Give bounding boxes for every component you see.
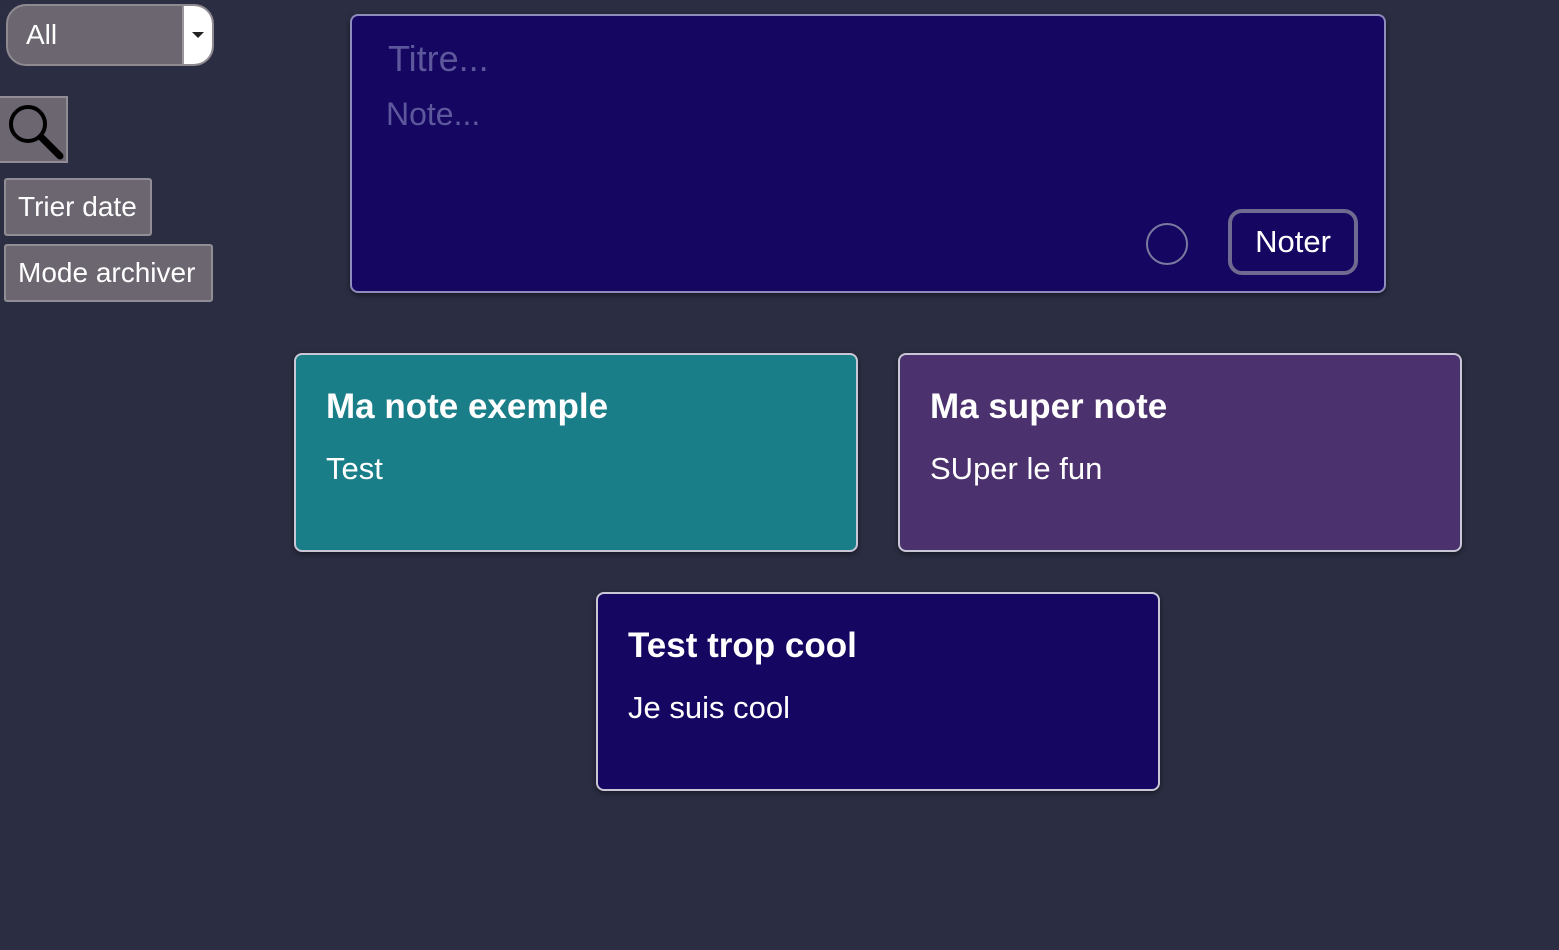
note-card-title: Ma note exemple [326, 387, 609, 426]
search-button[interactable] [0, 96, 68, 163]
archive-mode-button[interactable]: Mode archiver [4, 244, 213, 302]
note-card[interactable]: Ma note exemple Test [294, 353, 858, 552]
note-composer: Titre... Note... Noter [350, 14, 1386, 293]
note-card-body: SUper le fun [930, 451, 1103, 486]
color-picker-circle[interactable] [1146, 223, 1188, 265]
dropdown-arrow[interactable] [182, 6, 212, 64]
chevron-down-icon [192, 32, 204, 38]
filter-selected-value: All [26, 19, 58, 50]
note-card-title: Ma super note [930, 387, 1168, 426]
note-card[interactable]: Test trop cool Je suis cool [596, 592, 1160, 791]
magnifier-icon [9, 105, 64, 160]
submit-note-button[interactable]: Noter [1228, 209, 1358, 275]
note-body-input[interactable]: Note... [386, 96, 480, 133]
note-card-title: Test trop cool [628, 626, 857, 665]
note-card-body: Je suis cool [628, 690, 790, 725]
category-filter-select[interactable]: All [6, 4, 214, 66]
note-card[interactable]: Ma super note SUper le fun [898, 353, 1462, 552]
notes-app: All Trier date Mode archiver Titre... No… [0, 0, 1559, 950]
sort-date-button[interactable]: Trier date [4, 178, 152, 236]
note-title-input[interactable]: Titre... [388, 38, 489, 80]
note-card-body: Test [326, 451, 383, 486]
